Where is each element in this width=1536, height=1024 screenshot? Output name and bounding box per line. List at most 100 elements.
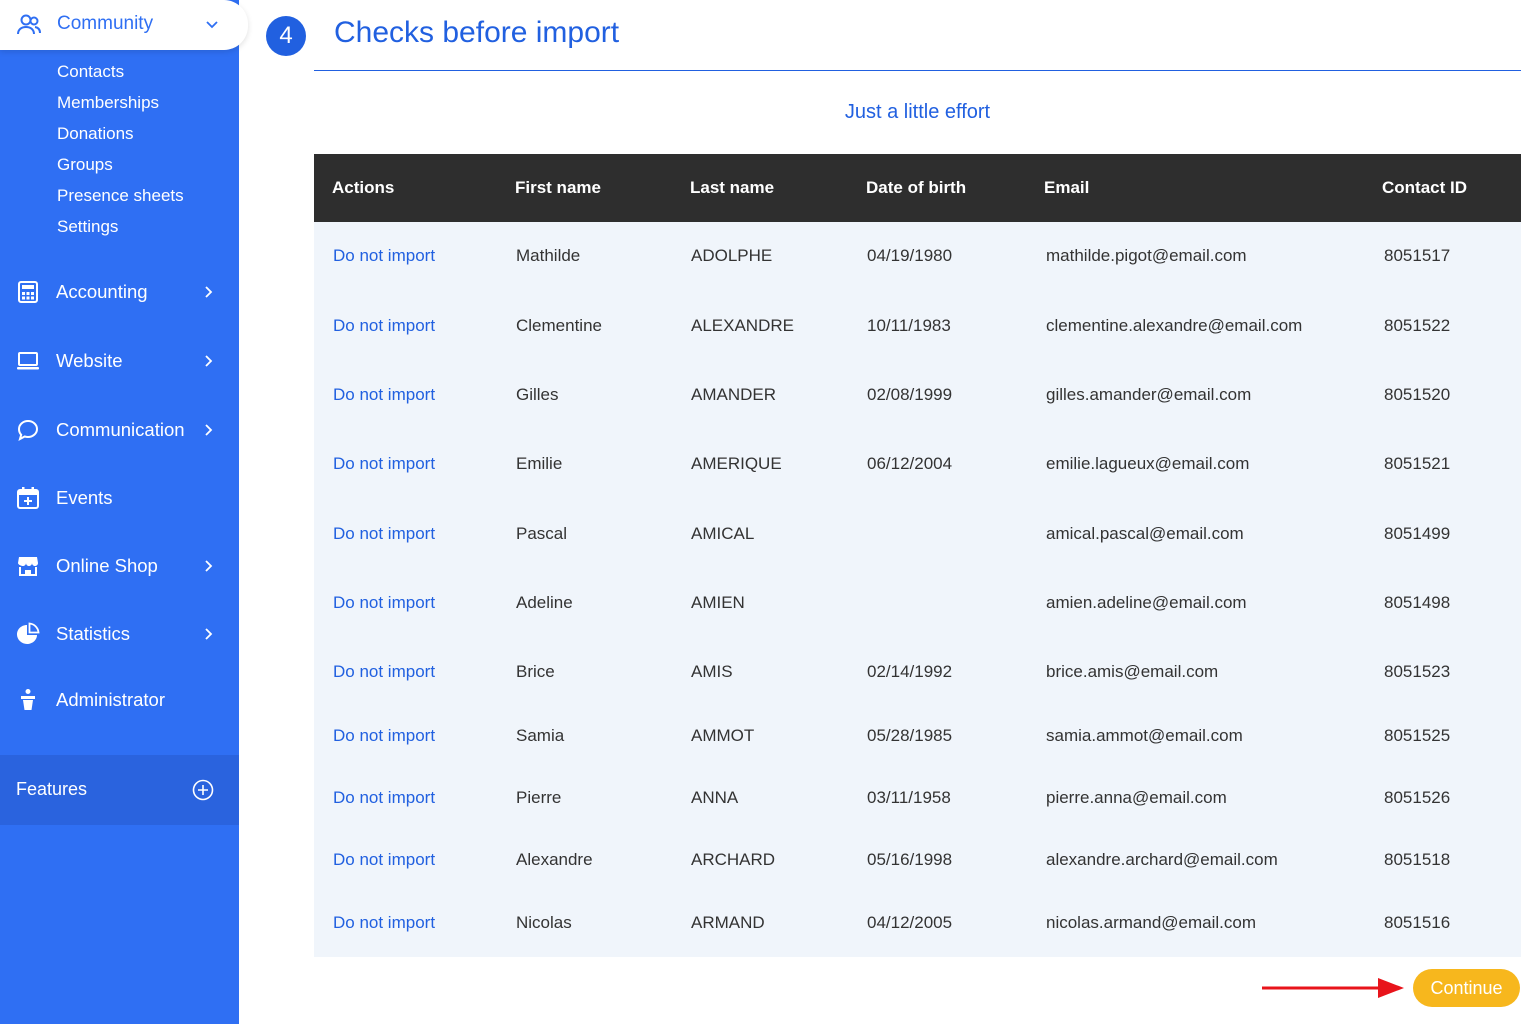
cell-date-of-birth: 04/19/1980 [867, 246, 953, 265]
sidebar-item-accounting[interactable]: Accounting [0, 272, 239, 312]
column-header-contact-id: Contact ID [1382, 178, 1467, 197]
cell-last-name: AMERIQUE [691, 454, 782, 473]
cell-contact-id: 8051525 [1384, 726, 1451, 745]
sidebar-item-communication[interactable]: Communication [0, 410, 239, 450]
table-row: Do not import Gilles AMANDER 02/08/1999 gill… [314, 385, 1521, 415]
do-not-import-link[interactable]: Do not import [333, 913, 435, 933]
sidebar-item-website[interactable]: Website [0, 341, 239, 381]
table-row: Do not import Alexandre ARCHARD 05/16/1998 a… [314, 850, 1521, 880]
cell-last-name: ADOLPHE [691, 246, 773, 265]
cell-contact-id: 8051523 [1384, 662, 1451, 681]
sidebar-subitem-memberships[interactable]: Memberships [57, 93, 159, 113]
title-divider [314, 70, 1521, 71]
sidebar-item-label: Online Shop [56, 555, 158, 576]
cell-contact-id: 8051499 [1384, 524, 1451, 543]
sidebar-subitem-presence-sheets[interactable]: Presence sheets [57, 186, 184, 206]
import-check-table: Actions First name Last name Date of bir… [314, 154, 1521, 957]
column-header-last-name: Last name [690, 178, 775, 197]
cell-date-of-birth: 04/12/2005 [867, 913, 953, 932]
sidebar-subitem-contacts[interactable]: Contacts [57, 62, 124, 82]
do-not-import-link[interactable]: Do not import [333, 246, 435, 266]
do-not-import-link[interactable]: Do not import [333, 850, 435, 870]
table-row: Do not import Mathilde ADOLPHE 04/19/1980 ma… [314, 246, 1521, 276]
sidebar-item-statistics[interactable]: Statistics [0, 614, 239, 654]
laptop-icon [17, 352, 39, 370]
cell-contact-id: 8051517 [1384, 246, 1451, 265]
table-row: Do not import Clementine ALEXANDRE 10/11/19… [314, 316, 1521, 346]
cell-first-name: Pierre [516, 788, 562, 807]
chevron-right-icon [205, 424, 213, 436]
do-not-import-link[interactable]: Do not import [333, 316, 435, 336]
chevron-right-icon [205, 560, 213, 572]
sidebar-item-label: Accounting [56, 281, 148, 302]
cell-date-of-birth: 02/08/1999 [867, 385, 953, 404]
sidebar-subitem-settings[interactable]: Settings [57, 217, 118, 237]
cell-first-name: Gilles [516, 385, 559, 404]
cell-contact-id: 8051516 [1384, 913, 1451, 932]
cell-email: mathilde.pigot@email.com [1046, 246, 1247, 265]
sidebar-item-label: Communication [56, 419, 185, 440]
sidebar-item-label: Events [56, 487, 113, 508]
features-label: Features [16, 779, 88, 799]
cell-date-of-birth: 02/14/1992 [867, 662, 953, 681]
cell-email: brice.amis@email.com [1046, 662, 1219, 681]
sidebar-section-community[interactable]: Community [0, 0, 248, 50]
do-not-import-link[interactable]: Do not import [333, 524, 435, 544]
cell-contact-id: 8051521 [1384, 454, 1451, 473]
sidebar-item-label: Statistics [56, 623, 131, 644]
cell-first-name: Adeline [516, 593, 573, 612]
column-header-date-of-birth: Date of birth [866, 178, 967, 197]
do-not-import-link[interactable]: Do not import [333, 662, 435, 682]
cell-first-name: Brice [516, 662, 555, 681]
sidebar-item-administrator[interactable]: Administrator [0, 680, 239, 720]
table-header: Actions First name Last name Date of bir… [314, 154, 1521, 222]
step-number-badge: 4 [266, 16, 306, 56]
sidebar-subitem-groups[interactable]: Groups [57, 155, 113, 175]
cell-first-name: Emilie [516, 454, 563, 473]
do-not-import-link[interactable]: Do not import [333, 788, 435, 808]
sidebar-subitem-donations[interactable]: Donations [57, 124, 134, 144]
sidebar-item-events[interactable]: Events [0, 478, 239, 518]
cell-last-name: ALEXANDRE [691, 316, 794, 335]
cell-last-name: AMANDER [691, 385, 777, 404]
cell-date-of-birth: 06/12/2004 [867, 454, 953, 473]
chevron-down-icon[interactable] [204, 16, 220, 32]
do-not-import-link[interactable]: Do not import [333, 593, 435, 613]
continue-button[interactable]: Continue [1413, 969, 1520, 1007]
table-row: Do not import Pierre ANNA 03/11/1958 pierre.… [314, 788, 1521, 818]
chevron-right-icon [205, 628, 213, 640]
sidebar-item-label: Administrator [56, 689, 165, 710]
cell-email: samia.ammot@email.com [1046, 726, 1243, 745]
cell-contact-id: 8051522 [1384, 316, 1451, 335]
cell-last-name: ARCHARD [691, 850, 776, 869]
cell-email: amical.pascal@email.com [1046, 524, 1244, 543]
sidebar-features[interactable]: Features [0, 755, 239, 825]
pie-chart-icon [17, 622, 40, 644]
cell-last-name: ANNA [691, 788, 739, 807]
cell-last-name: AMIEN [691, 593, 745, 612]
do-not-import-link[interactable]: Do not import [333, 454, 435, 474]
do-not-import-link[interactable]: Do not import [333, 385, 435, 405]
cell-email: emilie.lagueux@email.com [1046, 454, 1250, 473]
do-not-import-link[interactable]: Do not import [333, 726, 435, 746]
column-header-actions: Actions [332, 178, 395, 197]
cell-email: nicolas.armand@email.com [1046, 913, 1257, 932]
cell-first-name: Samia [516, 726, 565, 745]
sidebar-item-label: Website [56, 350, 123, 371]
shop-icon [18, 557, 38, 576]
cell-email: clementine.alexandre@email.com [1046, 316, 1303, 335]
cell-email: amien.adeline@email.com [1046, 593, 1247, 612]
cell-date-of-birth: 05/28/1985 [867, 726, 953, 745]
cell-last-name: ARMAND [691, 913, 765, 932]
cell-email: gilles.amander@email.com [1046, 385, 1252, 404]
cell-first-name: Clementine [516, 316, 602, 335]
table-row: Do not import Pascal AMICAL amical.pascal@e… [314, 524, 1521, 554]
plus-circle-icon[interactable] [191, 778, 215, 802]
page-subtitle: Just a little effort [844, 101, 991, 123]
cell-date-of-birth: 03/11/1958 [867, 788, 951, 807]
cell-first-name: Alexandre [516, 850, 593, 869]
sidebar-community-label: Community [57, 13, 154, 34]
page-title: Checks before import [334, 16, 620, 49]
chat-bubble-icon [17, 419, 39, 441]
sidebar-item-online-shop[interactable]: Online Shop [0, 546, 239, 586]
